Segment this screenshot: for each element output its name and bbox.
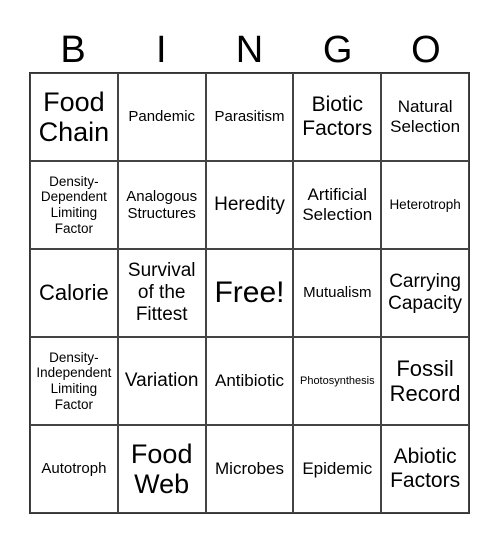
bingo-header: B I N G O xyxy=(29,28,470,72)
header-letter-n: N xyxy=(235,29,264,71)
bingo-cell[interactable]: Parasitism xyxy=(205,73,294,161)
bingo-cell[interactable]: Pandemic xyxy=(117,73,206,161)
header-letter-o: O xyxy=(411,29,441,71)
bingo-cell[interactable]: Carrying Capacity xyxy=(381,249,469,337)
bingo-cell[interactable]: Heredity xyxy=(205,161,294,249)
bingo-board: Food Chain Pandemic Parasitism Biotic Fa… xyxy=(29,72,470,514)
header-letter-g: G xyxy=(322,29,353,71)
bingo-cell[interactable]: Epidemic xyxy=(293,425,382,513)
bingo-cell[interactable]: Food Chain xyxy=(30,73,118,161)
bingo-cell[interactable]: Photosynthesis xyxy=(293,337,382,425)
bingo-cell[interactable]: Analogous Structures xyxy=(117,161,206,249)
bingo-cell[interactable]: Artificial Selection xyxy=(293,161,382,249)
bingo-cell[interactable]: Heterotroph xyxy=(381,161,469,249)
bingo-cell[interactable]: Abiotic Factors xyxy=(381,425,469,513)
header-letter-i: I xyxy=(156,29,167,71)
bingo-cell[interactable]: Microbes xyxy=(205,425,294,513)
bingo-cell[interactable]: Survival of the Fittest xyxy=(117,249,206,337)
bingo-cell[interactable]: Biotic Factors xyxy=(293,73,382,161)
bingo-cell[interactable]: Antibiotic xyxy=(205,337,294,425)
header-letter-b: B xyxy=(60,29,86,71)
bingo-cell[interactable]: Food Web xyxy=(117,425,206,513)
bingo-cell[interactable]: Mutualism xyxy=(293,249,382,337)
free-space-cell[interactable]: Free! xyxy=(205,249,294,337)
bingo-cell[interactable]: Autotroph xyxy=(30,425,118,513)
bingo-cell[interactable]: Density-Independent Limiting Factor xyxy=(30,337,118,425)
bingo-cell[interactable]: Fossil Record xyxy=(381,337,469,425)
bingo-cell[interactable]: Density-Dependent Limiting Factor xyxy=(30,161,118,249)
bingo-cell[interactable]: Variation xyxy=(117,337,206,425)
bingo-cell[interactable]: Calorie xyxy=(30,249,118,337)
bingo-cell[interactable]: Natural Selection xyxy=(381,73,469,161)
